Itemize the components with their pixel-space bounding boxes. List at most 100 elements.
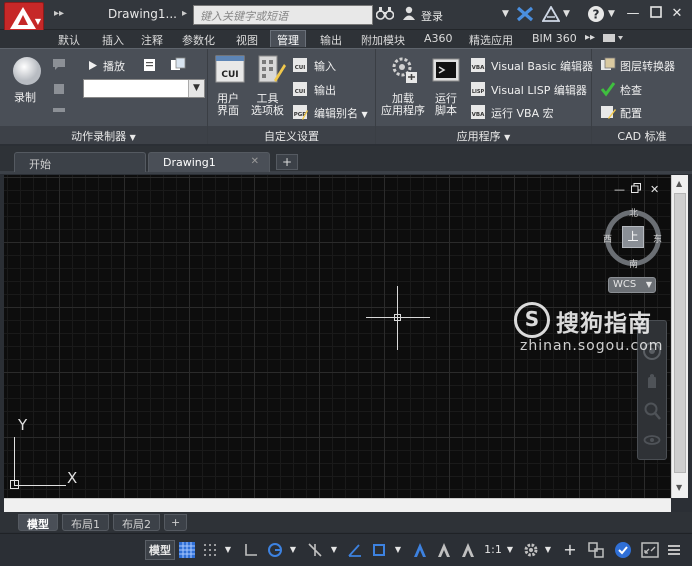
cui-icon[interactable]: CUI <box>215 54 245 87</box>
user-interface-label[interactable]: 用户 界面 <box>217 93 239 117</box>
a360-icon[interactable] <box>541 5 561 26</box>
tool-palettes-label[interactable]: 工具 选项板 <box>251 93 284 117</box>
run-script-label[interactable]: 运行 脚本 <box>435 93 457 117</box>
compass-north[interactable]: 北 <box>629 206 638 219</box>
pause-icon[interactable] <box>52 104 66 117</box>
manage-macros-icon[interactable] <box>170 57 186 76</box>
ribbon-state-button[interactable] <box>602 31 624 48</box>
tab-annotate[interactable]: 注释 <box>141 31 163 48</box>
edit-aliases-icon[interactable]: PGP <box>292 104 308 123</box>
export-label[interactable]: 输出 <box>314 82 336 98</box>
load-application-label[interactable]: 加载 应用程序 <box>381 93 425 117</box>
export-cui-icon[interactable]: CUI <box>292 81 308 100</box>
maximize-button[interactable] <box>647 6 665 22</box>
zoom-icon[interactable] <box>643 401 661 424</box>
help-icon[interactable]: ? <box>587 5 605 27</box>
lisp-editor-icon[interactable]: LISP <box>470 81 486 100</box>
tab-parametric[interactable]: 参数化 <box>182 31 215 48</box>
search-input[interactable]: 键入关键字或短语 <box>193 5 373 25</box>
record-label[interactable]: 录制 <box>14 92 36 104</box>
chevron-down-icon[interactable]: ▼ <box>287 540 299 560</box>
doc-tab-start[interactable]: 开始 <box>14 152 146 172</box>
tab-default[interactable]: 默认 <box>58 31 80 48</box>
layout-tab-layout2[interactable]: 布局2 <box>113 514 160 531</box>
chevron-down-icon[interactable]: ▼ <box>542 540 554 560</box>
orbit-icon[interactable] <box>643 431 661 452</box>
panel-title-applications[interactable]: 应用程序 ▼ <box>376 126 591 144</box>
record-icon[interactable] <box>12 56 42 89</box>
chevron-down-icon[interactable]: ▼ <box>328 540 340 560</box>
polar-icon[interactable] <box>266 540 284 560</box>
chevron-down-icon[interactable]: ▼ <box>608 9 615 19</box>
tab-view[interactable]: 视图 <box>236 31 258 48</box>
macro-dropdown[interactable]: ▼ <box>83 79 205 98</box>
tool-palettes-icon[interactable] <box>256 54 286 87</box>
ortho-icon[interactable] <box>242 540 260 560</box>
model-space-button[interactable]: 模型 <box>145 540 175 560</box>
object-snap-tracking-icon[interactable] <box>346 540 364 560</box>
chevron-down-icon[interactable]: ▼ <box>502 9 509 19</box>
customization-menu-icon[interactable] <box>664 540 684 560</box>
workspace-gear-icon[interactable] <box>522 540 540 560</box>
grid-icon[interactable] <box>178 540 196 560</box>
doc-tab-drawing1[interactable]: Drawing1 ✕ <box>148 152 270 172</box>
chevron-down-icon[interactable]: ▼ <box>392 540 404 560</box>
lisp-editor-label[interactable]: Visual LISP 编辑器 <box>491 82 587 98</box>
more-tabs-icon[interactable]: ▸▸ <box>585 31 595 48</box>
layer-translator-icon[interactable] <box>600 57 616 76</box>
pan-icon[interactable] <box>643 371 661 392</box>
annotation-scale-icon[interactable] <box>458 540 478 560</box>
isodraft-icon[interactable] <box>306 540 324 560</box>
insert-message-icon[interactable] <box>52 83 66 98</box>
compass-west[interactable]: 西 <box>603 232 612 245</box>
isolate-objects-icon[interactable] <box>586 540 606 560</box>
horizontal-scrollbar[interactable] <box>4 498 671 512</box>
annotation-scale-value[interactable]: 1:1 <box>482 540 504 560</box>
binoculars-icon[interactable] <box>375 6 395 24</box>
vb-editor-label[interactable]: Visual Basic 编辑器 <box>491 58 593 74</box>
configure-label[interactable]: 配置 <box>620 105 642 121</box>
add-layout-button[interactable]: + <box>164 514 188 531</box>
exchange-x-icon[interactable] <box>516 6 534 26</box>
minimize-button[interactable]: — <box>624 6 642 21</box>
viewport-close-button[interactable]: ✕ <box>650 183 659 196</box>
viewport-restore-button[interactable] <box>631 183 641 196</box>
vba-editor-icon[interactable]: VBA <box>470 57 486 76</box>
import-cui-icon[interactable]: CUI <box>292 57 308 76</box>
tab-output[interactable]: 输出 <box>320 31 342 48</box>
auto-scale-icon[interactable] <box>434 540 454 560</box>
layout-tab-model[interactable]: 模型 <box>18 514 58 531</box>
message-icon[interactable] <box>52 58 66 73</box>
import-label[interactable]: 输入 <box>314 58 336 74</box>
wcs-menu[interactable]: WCS ▼ <box>608 277 656 293</box>
panel-title-action-recorder[interactable]: 动作录制器 ▼ <box>0 126 207 144</box>
viewcube-top-face[interactable]: 上 <box>622 226 644 248</box>
close-button[interactable]: ✕ <box>668 6 686 21</box>
object-snap-icon[interactable] <box>370 540 388 560</box>
vertical-scrollbar[interactable]: ▲ ▼ <box>671 175 688 498</box>
configure-icon[interactable] <box>600 104 616 123</box>
tab-a360[interactable]: A360 <box>424 31 453 48</box>
scroll-up-icon[interactable]: ▲ <box>676 179 682 188</box>
tab-manage[interactable]: 管理 <box>270 30 306 47</box>
chevron-down-icon[interactable]: ▼ <box>504 540 516 560</box>
chevron-down-icon[interactable]: ▼ <box>222 540 234 560</box>
plus-icon[interactable]: + <box>561 540 579 560</box>
chevron-down-icon[interactable]: ▼ <box>563 9 570 19</box>
play-button[interactable]: 播放 <box>88 58 125 74</box>
check-label[interactable]: 检查 <box>620 82 642 98</box>
clean-screen-icon[interactable] <box>640 540 660 560</box>
new-tab-button[interactable]: + <box>276 154 298 170</box>
viewport-minimize-button[interactable]: — <box>614 183 625 196</box>
run-vba-label[interactable]: 运行 VBA 宏 <box>491 105 554 121</box>
layer-translator-label[interactable]: 图层转换器 <box>620 58 675 74</box>
check-icon[interactable] <box>600 81 616 100</box>
login-label[interactable]: 登录 <box>421 8 443 24</box>
user-icon[interactable] <box>402 6 416 24</box>
scroll-down-icon[interactable]: ▼ <box>676 483 682 492</box>
tab-featured-apps[interactable]: 精选应用 <box>469 31 513 48</box>
annotation-visibility-icon[interactable] <box>410 540 430 560</box>
edit-aliases-label[interactable]: 编辑别名 ▼ <box>314 105 368 121</box>
load-application-icon[interactable] <box>388 54 418 87</box>
compass-south[interactable]: 南 <box>629 257 638 270</box>
